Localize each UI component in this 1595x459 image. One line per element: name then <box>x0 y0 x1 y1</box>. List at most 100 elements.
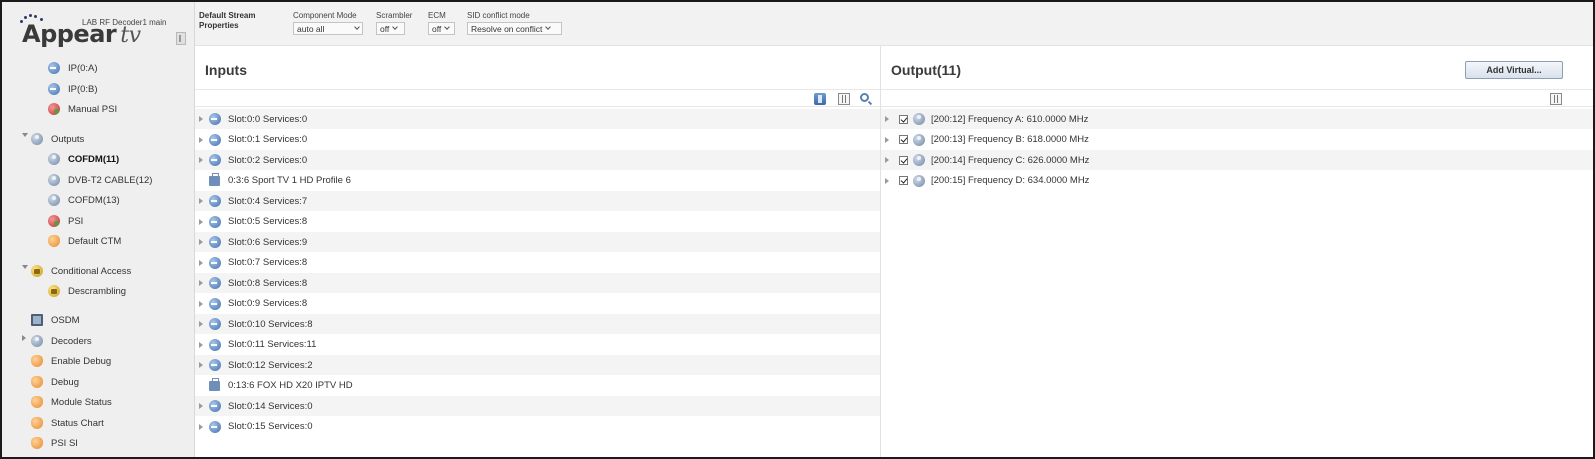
sid-conflict-select[interactable]: Resolve on conflict <box>467 22 562 35</box>
expand-row-icon[interactable] <box>199 157 203 163</box>
search-icon[interactable] <box>860 93 869 102</box>
psi-icon <box>48 103 60 115</box>
sidebar-item-debug[interactable]: Debug <box>31 374 79 390</box>
enable-checkbox[interactable] <box>899 155 908 165</box>
input-icon <box>209 297 221 310</box>
input-icon <box>209 236 221 248</box>
expand-row-icon[interactable] <box>885 116 889 122</box>
input-row-label: Slot:0:1 Services:0 <box>228 134 308 145</box>
sid-conflict-label: SID conflict mode <box>467 11 530 20</box>
top-bar: Default Stream Properties Component Mode… <box>2 2 1593 46</box>
output-icon <box>31 335 43 347</box>
sidebar-item-module-status[interactable]: Module Status <box>31 394 112 410</box>
expand-row-icon[interactable] <box>199 362 203 368</box>
sidebar-item-manual-psi[interactable]: Manual PSI <box>48 101 117 117</box>
expand-row-icon[interactable] <box>199 218 203 225</box>
expand-row-icon[interactable] <box>885 157 889 163</box>
expand-outputs-icon[interactable] <box>22 133 28 137</box>
input-row-label: Slot:0:7 Services:8 <box>228 257 308 268</box>
input-service-row[interactable]: 0:3:6 Sport TV 1 HD Profile 6 <box>195 171 880 191</box>
sidebar-item-psi[interactable]: PSI <box>48 213 83 229</box>
enable-checkbox[interactable] <box>899 114 908 124</box>
input-slot-row[interactable]: Slot:0:14 Services:0 <box>195 396 880 416</box>
input-icon <box>48 83 60 95</box>
sidebar-item-descrambling[interactable]: Descrambling <box>48 283 126 299</box>
input-slot-row[interactable]: Slot:0:10 Services:8 <box>195 314 880 334</box>
sidebar-item-cofdm-13[interactable]: COFDM(13) <box>48 192 120 208</box>
component-mode-select[interactable]: auto all <box>293 22 363 35</box>
output-icon <box>913 174 925 187</box>
output-frequency-row[interactable]: [200:13] Frequency B: 618.0000 MHz <box>881 130 1593 150</box>
sidebar-item-default-ctm[interactable]: Default CTM <box>48 233 121 249</box>
expand-row-icon[interactable] <box>199 280 203 286</box>
output-frequency-row[interactable]: [200:12] Frequency A: 610.0000 MHz <box>881 109 1593 129</box>
expand-row-icon[interactable] <box>199 423 203 430</box>
enable-checkbox[interactable] <box>899 176 908 185</box>
output-frequency-row[interactable]: [200:14] Frequency C: 626.0000 MHz <box>881 150 1593 170</box>
sidebar-item-decoders[interactable]: Decoders <box>31 333 92 349</box>
input-slot-row[interactable]: Slot:0:1 Services:0 <box>195 130 880 150</box>
sidebar-item-dvb-t2-cable-12[interactable]: DVB-T2 CABLE(12) <box>48 172 152 188</box>
expand-row-icon[interactable] <box>885 136 889 143</box>
expand-row-icon[interactable] <box>199 300 203 307</box>
output-frequency-row[interactable]: [200:15] Frequency D: 634.0000 MHz <box>881 171 1593 191</box>
settings-shape-icon <box>48 235 60 247</box>
enable-checkbox[interactable] <box>899 135 908 144</box>
sidebar-item-cofdm-11[interactable]: COFDM(11) <box>48 151 119 167</box>
input-slot-row[interactable]: Slot:0:7 Services:8 <box>195 253 880 273</box>
osdm-icon <box>31 314 43 326</box>
output-icon <box>48 194 60 206</box>
expand-row-icon[interactable] <box>199 136 203 143</box>
input-slot-row[interactable]: Slot:0:8 Services:8 <box>195 273 880 293</box>
input-row-label: Slot:0:5 Services:8 <box>228 216 308 227</box>
add-virtual-button[interactable]: Add Virtual... <box>1465 61 1563 79</box>
import-icon[interactable] <box>814 93 826 105</box>
sidebar-item-conditional-access[interactable]: Conditional Access <box>31 263 131 279</box>
input-slot-row[interactable]: Slot:0:0 Services:0 <box>195 109 880 129</box>
input-slot-row[interactable]: Slot:0:12 Services:2 <box>195 355 880 375</box>
input-slot-row[interactable]: Slot:0:11 Services:11 <box>195 335 880 355</box>
expand-row-icon[interactable] <box>885 177 889 184</box>
input-slot-row[interactable]: Slot:0:4 Services:7 <box>195 191 880 211</box>
expand-row-icon[interactable] <box>199 341 203 348</box>
logo: Appear tv LAB RF Decoder1 main <box>2 2 194 58</box>
input-icon <box>209 113 221 125</box>
input-row-label: Slot:0:10 Services:8 <box>228 318 313 330</box>
scrambler-select[interactable]: off <box>376 22 405 35</box>
device-name: LAB RF Decoder1 main <box>82 18 167 27</box>
input-slot-row[interactable]: Slot:0:9 Services:8 <box>195 294 880 314</box>
expand-row-icon[interactable] <box>199 403 203 409</box>
ecm-group: ECM off <box>428 11 455 35</box>
expand-row-icon[interactable] <box>199 239 203 245</box>
input-icon <box>209 277 221 289</box>
input-service-row[interactable]: 0:13:6 FOX HD X20 IPTV HD <box>195 376 880 396</box>
input-slot-row[interactable]: Slot:0:2 Services:0 <box>195 150 880 170</box>
sidebar-item-psi-si[interactable]: PSI SI <box>31 435 78 451</box>
ecm-select[interactable]: off <box>428 22 455 35</box>
expand-row-icon[interactable] <box>199 116 203 122</box>
input-slot-row[interactable]: Slot:0:15 Services:0 <box>195 417 880 437</box>
sidebar-item-outputs[interactable]: Outputs <box>31 131 84 147</box>
input-row-label: 0:3:6 Sport TV 1 HD Profile 6 <box>228 175 351 186</box>
input-slot-row[interactable]: Slot:0:5 Services:8 <box>195 212 880 232</box>
sidebar-item-ip-0a[interactable]: IP(0:A) <box>48 60 98 76</box>
expand-row-icon[interactable] <box>199 321 203 327</box>
sidebar-item-enable-debug[interactable]: Enable Debug <box>31 353 111 369</box>
settings-shape-icon <box>31 417 43 429</box>
columns-icon[interactable] <box>838 93 850 105</box>
collapse-sidebar-button[interactable] <box>176 32 186 45</box>
input-slot-row[interactable]: Slot:0:6 Services:9 <box>195 232 880 252</box>
sidebar-item-osdm[interactable]: OSDM <box>31 312 80 328</box>
scrambler-label: Scrambler <box>376 11 413 20</box>
expand-row-icon[interactable] <box>199 198 203 204</box>
sidebar-item-ip-0b[interactable]: IP(0:B) <box>48 81 98 97</box>
expand-decoders-icon[interactable] <box>22 335 26 341</box>
expand-row-icon[interactable] <box>199 259 203 266</box>
outputs-toolbar <box>881 90 1593 107</box>
sidebar-item-status-chart[interactable]: Status Chart <box>31 415 104 431</box>
columns-icon[interactable] <box>1550 93 1562 105</box>
input-icon <box>209 195 221 207</box>
input-icon <box>209 400 221 412</box>
input-row-label: Slot:0:4 Services:7 <box>228 195 308 207</box>
expand-conditional-access-icon[interactable] <box>22 265 28 269</box>
